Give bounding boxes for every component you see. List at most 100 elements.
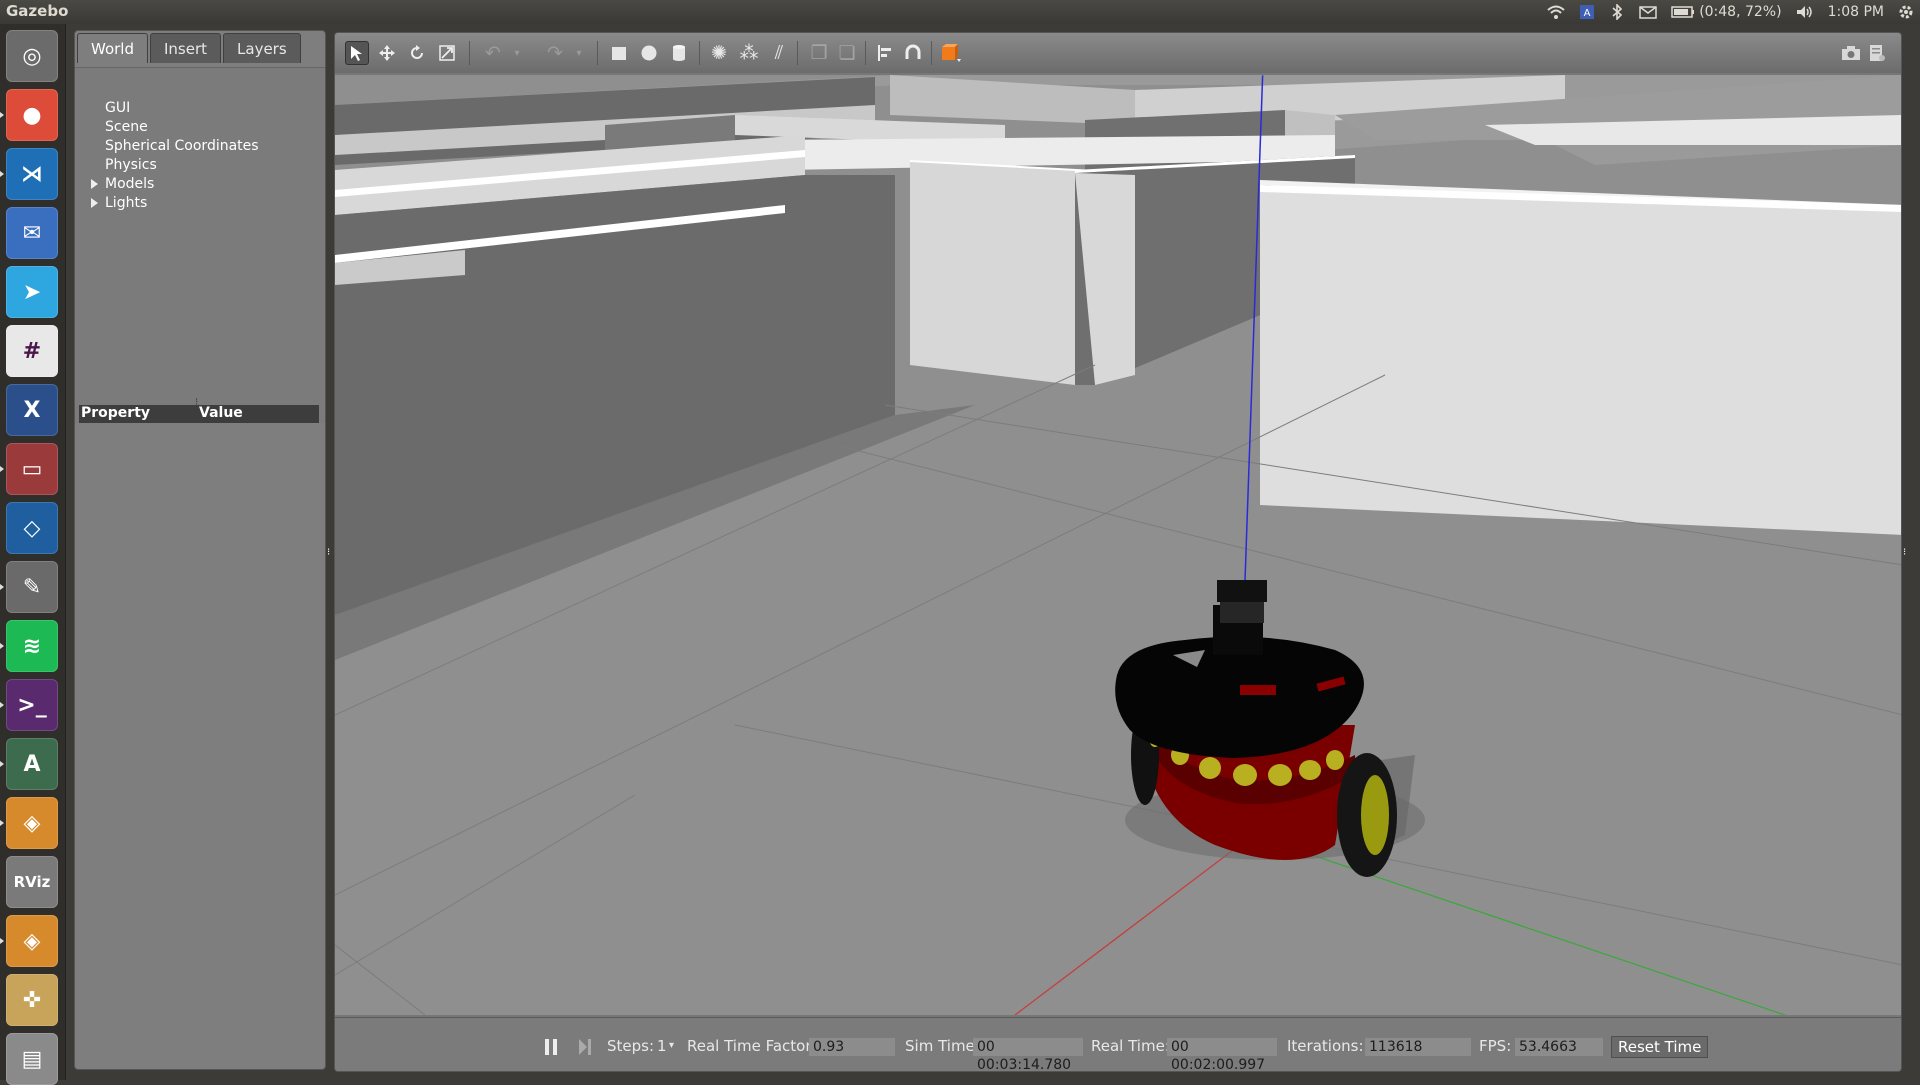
3d-scene[interactable] — [335, 75, 1901, 1055]
maze-wall — [910, 160, 1075, 385]
launcher-rviz-icon[interactable]: RViz — [6, 856, 58, 908]
launcher-dash-home-icon[interactable]: ◎ — [6, 30, 58, 82]
box-icon[interactable] — [607, 41, 631, 65]
launcher-virtualbox-icon[interactable]: ◇ — [6, 502, 58, 554]
steps-dropdown-icon[interactable]: ▾ — [669, 1018, 674, 1071]
rtf-label: Real Time Factor: — [687, 1037, 817, 1055]
scale-icon[interactable] — [435, 41, 459, 65]
real-time-field: 00 00:02:00.997 — [1167, 1038, 1277, 1071]
snap-icon[interactable] — [901, 41, 925, 65]
align-icon[interactable] — [873, 41, 897, 65]
iterations-label: Iterations: — [1287, 1037, 1364, 1055]
tree-item-scene[interactable]: Scene — [105, 119, 148, 135]
clock[interactable]: 1:08 PM — [1828, 3, 1884, 21]
rotate-icon[interactable] — [405, 41, 429, 65]
undo-icon[interactable]: ↶ — [481, 41, 505, 65]
fps-field: 53.4663 — [1515, 1038, 1603, 1056]
value-column-header: Value — [199, 405, 243, 421]
property-table-header: Property Value — [79, 405, 319, 423]
tree-item-gui[interactable]: GUI — [105, 100, 130, 116]
redo-dropdown-icon[interactable]: ▾ — [567, 41, 591, 65]
steps-label: Steps: — [607, 1037, 655, 1055]
world-tree: GUI Scene Spherical Coordinates Physics … — [75, 67, 325, 423]
tab-world[interactable]: World — [77, 33, 148, 63]
screenshot-icon[interactable] — [1839, 41, 1863, 65]
maze-wall — [1260, 185, 1901, 535]
launcher-thunderbird-icon[interactable]: ✉ — [6, 207, 58, 259]
wifi-icon[interactable] — [1547, 3, 1565, 21]
select-icon[interactable] — [345, 41, 369, 65]
launcher-terminal-icon[interactable]: >_ — [6, 679, 58, 731]
real-time-label: Real Time: — [1091, 1037, 1170, 1055]
launcher-chrome-icon[interactable]: ● — [6, 89, 58, 141]
launcher-joystick-icon[interactable]: ✜ — [6, 974, 58, 1026]
keyboard-layout-icon[interactable]: A — [1579, 3, 1595, 21]
battery-icon — [1671, 6, 1695, 18]
copy-icon[interactable]: ❐ — [807, 41, 831, 65]
mail-icon[interactable] — [1639, 3, 1657, 21]
tab-insert[interactable]: Insert — [150, 33, 222, 63]
running-indicator — [0, 820, 4, 826]
tab-layers[interactable]: Layers — [223, 33, 301, 63]
launcher: ◎ ● ⋊ ✉ ➤ # X ▭ ◇ ✎ ≋ >_ A ◈ RViz ◈ ✜ ▤ — [0, 24, 66, 1085]
toolbar-separator — [865, 41, 866, 65]
launcher-gazebo-icon[interactable]: ◈ — [6, 797, 58, 849]
bluetooth-icon[interactable] — [1609, 3, 1625, 21]
directional-light-icon[interactable]: ⫽ — [767, 41, 791, 65]
point-light-icon[interactable]: ✺ — [707, 41, 731, 65]
left-panel: World Insert Layers GUI Scene Spherical … — [74, 30, 326, 1070]
tree-item-models[interactable]: Models — [105, 176, 154, 192]
launcher-telegram-icon[interactable]: ➤ — [6, 266, 58, 318]
launcher-system-settings-icon[interactable]: ✎ — [6, 561, 58, 613]
battery-status: (0:48, 72%) — [1699, 4, 1782, 20]
app-title: Gazebo — [6, 2, 69, 20]
sim-time-label: Sim Time: — [905, 1037, 980, 1055]
panel-tabs: World Insert Layers — [75, 33, 301, 63]
volume-icon[interactable] — [1796, 3, 1814, 21]
launcher-files-icon[interactable]: ▭ — [6, 443, 58, 495]
settings-gear-icon[interactable] — [1898, 3, 1914, 21]
paste-icon[interactable]: ❏ — [835, 41, 859, 65]
sim-time-field: 00 00:03:14.780 — [973, 1038, 1083, 1071]
launcher-trash-icon[interactable]: ▤ — [6, 1033, 58, 1085]
svg-text:A: A — [1584, 8, 1591, 19]
expand-arrow-icon[interactable] — [91, 198, 98, 208]
undo-dropdown-icon[interactable]: ▾ — [505, 41, 529, 65]
running-indicator — [0, 761, 4, 767]
sphere-icon[interactable] — [637, 41, 661, 65]
toolbar-separator — [699, 41, 700, 65]
toolbar-separator — [797, 41, 798, 65]
right-panel-handle[interactable]: ⁝ — [1903, 547, 1907, 558]
battery-indicator[interactable]: (0:48, 72%) — [1671, 3, 1782, 21]
translate-icon[interactable] — [375, 41, 399, 65]
launcher-gazebo-2-icon[interactable]: ◈ — [6, 915, 58, 967]
system-tray: A (0:48, 72%) 1:08 PM — [1547, 0, 1914, 24]
launcher-software-updater-icon[interactable]: A — [6, 738, 58, 790]
log-icon[interactable] — [1865, 41, 1889, 65]
spot-light-icon[interactable]: ⁂ — [737, 41, 761, 65]
steps-value[interactable]: 1 — [657, 1018, 667, 1071]
tree-item-lights[interactable]: Lights — [105, 195, 147, 211]
cylinder-icon[interactable] — [667, 41, 691, 65]
top-panel: Gazebo A (0:48, 72%) 1:08 PM — [0, 0, 1920, 24]
view-angle-icon[interactable] — [939, 41, 963, 65]
reset-time-button[interactable]: Reset Time — [1611, 1036, 1709, 1058]
property-column-header: Property — [81, 405, 151, 421]
redo-icon[interactable]: ↷ — [543, 41, 567, 65]
tree-item-physics[interactable]: Physics — [105, 157, 157, 173]
launcher-vscode-icon[interactable]: ⋊ — [6, 148, 58, 200]
running-indicator — [0, 702, 4, 708]
iterations-field: 113618 — [1365, 1038, 1471, 1056]
step-forward-icon[interactable] — [577, 1018, 593, 1071]
launcher-xserver-icon[interactable]: X — [6, 384, 58, 436]
expand-arrow-icon[interactable] — [91, 179, 98, 189]
launcher-spotify-icon[interactable]: ≋ — [6, 620, 58, 672]
running-indicator — [0, 171, 4, 177]
tree-item-spherical-coordinates[interactable]: Spherical Coordinates — [105, 138, 259, 154]
pause-icon[interactable] — [543, 1018, 559, 1071]
panel-collapse-handle[interactable]: ⁝ — [327, 547, 331, 558]
toolbar-separator — [597, 41, 598, 65]
gazebo-viewport-frame: ↶ ▾ ↷ ▾ ✺ ⁂ ⫽ ❐ ❏ Steps: 1 ▾ Real Time F… — [334, 32, 1902, 1072]
running-indicator — [0, 643, 4, 649]
launcher-slack-icon[interactable]: # — [6, 325, 58, 377]
